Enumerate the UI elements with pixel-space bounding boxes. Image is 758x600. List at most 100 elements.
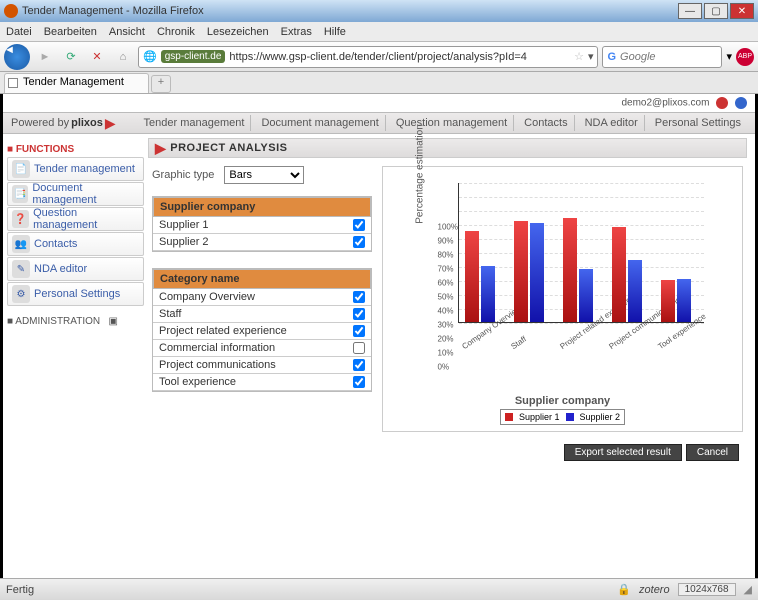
menu-file[interactable]: Datei <box>6 26 32 38</box>
ytick: 90% <box>438 237 454 246</box>
category-name: Project communications <box>159 359 276 371</box>
menu-extras[interactable]: Extras <box>281 26 312 38</box>
status-text: Fertig <box>6 584 34 596</box>
firefox-icon <box>4 4 18 18</box>
addon-icon[interactable]: ▾ <box>726 50 732 63</box>
category-checkbox[interactable] <box>353 342 365 354</box>
star-icon[interactable]: ☆ <box>574 50 584 63</box>
back-button[interactable]: ◄ <box>4 44 30 70</box>
ytick: 30% <box>438 321 454 330</box>
xtick: Staff <box>509 334 528 351</box>
ytick: 0% <box>438 363 450 372</box>
bar <box>612 227 626 322</box>
ytick: 10% <box>438 349 454 358</box>
sidebar-item-label: Tender management <box>34 163 135 175</box>
supplier-checkbox[interactable] <box>353 219 365 231</box>
legend-swatch-1 <box>505 413 513 421</box>
bar <box>677 279 691 322</box>
ytick: 20% <box>438 335 454 344</box>
nav-nda[interactable]: NDA editor <box>579 115 645 131</box>
status-bar: Fertig 🔒 zotero 1024x768 ◢ <box>0 578 758 600</box>
category-checkbox[interactable] <box>353 308 365 320</box>
supplier-row: Supplier 2 <box>153 234 371 251</box>
bar <box>661 280 675 322</box>
sidebar-item-3[interactable]: 👥Contacts <box>7 232 144 256</box>
browser-tab[interactable]: Tender Management <box>4 73 149 93</box>
zotero-label[interactable]: zotero <box>639 584 670 596</box>
minimize-button[interactable]: — <box>678 3 702 19</box>
sidebar-item-label: Document management <box>32 182 139 206</box>
nav-question[interactable]: Question management <box>390 115 514 131</box>
bar <box>465 231 479 322</box>
ytick: 50% <box>438 293 454 302</box>
maximize-button[interactable]: ▢ <box>704 3 728 19</box>
ytick: 100% <box>438 223 458 232</box>
lock-icon: 🔒 <box>617 583 631 596</box>
export-button[interactable]: Export selected result <box>564 444 682 461</box>
cancel-button[interactable]: Cancel <box>686 444 739 461</box>
forward-button[interactable]: ► <box>34 46 56 68</box>
bar <box>579 269 593 322</box>
sidebar-icon: 👥 <box>12 235 30 253</box>
supplier-name: Supplier 1 <box>159 219 209 231</box>
bar <box>481 266 495 322</box>
arrow-icon: ▶ <box>155 140 166 157</box>
nav-tender[interactable]: Tender management <box>138 115 252 131</box>
category-row: Project related experience <box>153 323 371 340</box>
help-icon[interactable] <box>735 97 747 109</box>
sidebar-item-1[interactable]: 📑Document management <box>7 182 144 206</box>
category-name: Tool experience <box>159 376 236 388</box>
menu-history[interactable]: Chronik <box>157 26 195 38</box>
bar <box>563 218 577 322</box>
category-name: Company Overview <box>159 291 255 303</box>
resize-icon[interactable]: ◢ <box>744 583 752 596</box>
sidebar-icon: ✎ <box>12 260 30 278</box>
nav-contacts[interactable]: Contacts <box>518 115 574 131</box>
supplier-checkbox[interactable] <box>353 236 365 248</box>
category-row: Company Overview <box>153 289 371 306</box>
bar <box>530 223 544 322</box>
site-badge: gsp-client.de <box>161 50 226 63</box>
close-button[interactable]: ✕ <box>730 3 754 19</box>
nav-document[interactable]: Document management <box>255 115 385 131</box>
legend-swatch-2 <box>566 413 574 421</box>
reload-button[interactable]: ⟳ <box>60 46 82 68</box>
sidebar-item-2[interactable]: ❓Question management <box>7 207 144 231</box>
tab-strip: Tender Management + <box>0 72 758 94</box>
category-checkbox[interactable] <box>353 291 365 303</box>
sidebar-item-0[interactable]: 📄Tender management <box>7 157 144 181</box>
search-box[interactable]: G Google <box>602 46 722 68</box>
logout-icon[interactable] <box>716 97 728 109</box>
menu-view[interactable]: Ansicht <box>109 26 145 38</box>
sidebar-item-label: NDA editor <box>34 263 87 275</box>
sidebar-item-5[interactable]: ⚙Personal Settings <box>7 282 144 306</box>
abp-icon[interactable]: ABP <box>736 48 754 66</box>
category-grid: Category name Company OverviewStaffProje… <box>152 268 372 392</box>
category-checkbox[interactable] <box>353 376 365 388</box>
sidebar: FUNCTIONS 📄Tender management📑Document ma… <box>3 134 148 578</box>
legend-label-2: Supplier 2 <box>580 412 621 422</box>
dropdown-icon[interactable]: ▾ <box>588 50 594 63</box>
new-tab-button[interactable]: + <box>151 75 171 93</box>
menu-help[interactable]: Hilfe <box>324 26 346 38</box>
home-button[interactable]: ⌂ <box>112 46 134 68</box>
stop-button[interactable]: ✕ <box>86 46 108 68</box>
globe-icon: 🌐 <box>143 50 157 63</box>
sidebar-item-4[interactable]: ✎ NDA editor <box>7 257 144 281</box>
category-name: Commercial information <box>159 342 275 354</box>
url-bar[interactable]: 🌐 gsp-client.de https://www.gsp-client.d… <box>138 46 598 68</box>
sidebar-item-label: Personal Settings <box>34 288 120 300</box>
category-row: Staff <box>153 306 371 323</box>
chart-xlabel: Supplier company <box>515 395 610 407</box>
category-checkbox[interactable] <box>353 325 365 337</box>
browser-menubar: Datei Bearbeiten Ansicht Chronik Lesezei… <box>0 22 758 42</box>
sidebar-section-admin[interactable]: ■ ADMINISTRATION ▣ <box>7 316 144 327</box>
category-checkbox[interactable] <box>353 359 365 371</box>
graphic-type-label: Graphic type <box>152 169 214 181</box>
nav-settings[interactable]: Personal Settings <box>649 115 747 131</box>
menu-edit[interactable]: Bearbeiten <box>44 26 97 38</box>
sidebar-icon: 📑 <box>12 185 28 203</box>
ytick: 80% <box>438 251 454 260</box>
menu-bookmarks[interactable]: Lesezeichen <box>207 26 269 38</box>
graphic-type-select[interactable]: Bars <box>224 166 304 184</box>
